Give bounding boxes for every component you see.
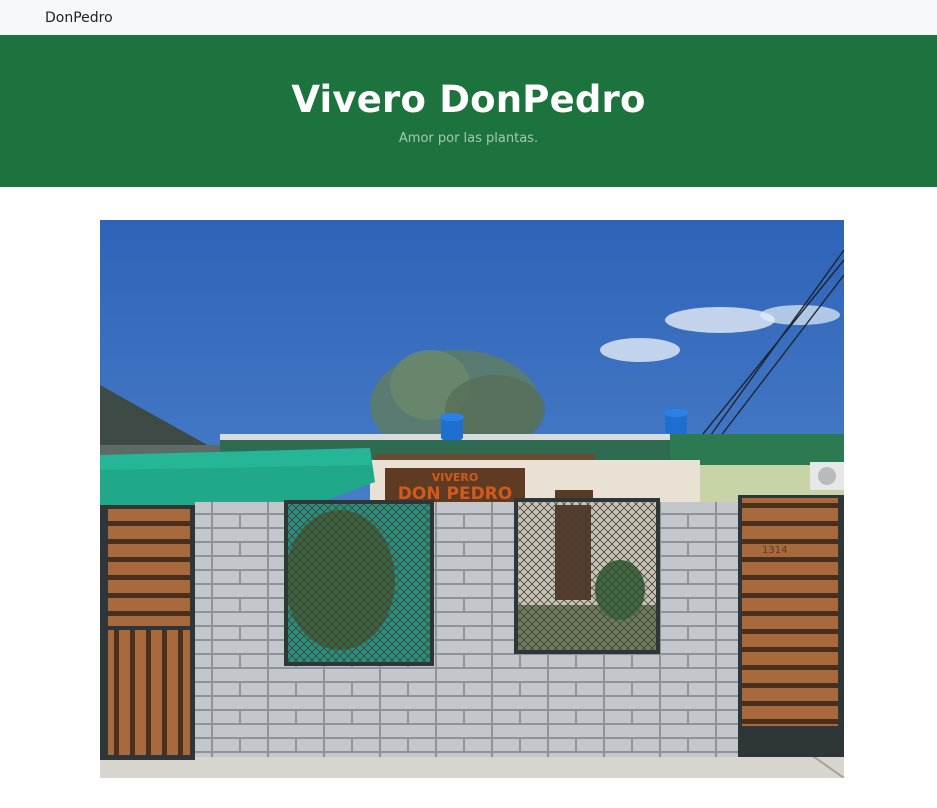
right-wooden-gate: 1314 xyxy=(738,495,844,757)
top-navbar: DonPedro xyxy=(0,0,937,35)
water-tank-right xyxy=(664,409,688,434)
storefront-photo-illustration: VIVERO DON PEDRO 1314 xyxy=(100,220,844,778)
left-wooden-gate xyxy=(100,505,195,760)
wall-window-right xyxy=(514,498,660,654)
hero-banner: Vivero DonPedro Amor por las plantas. xyxy=(0,35,937,187)
page-title: Vivero DonPedro xyxy=(291,78,646,121)
navbar-brand-link[interactable]: DonPedro xyxy=(45,10,113,26)
page-subtitle: Amor por las plantas. xyxy=(398,131,539,146)
storefront-photo: VIVERO DON PEDRO 1314 xyxy=(100,220,844,778)
wall-window-left xyxy=(284,500,434,666)
house-number: 1314 xyxy=(762,545,787,556)
block-wall xyxy=(195,502,745,757)
water-tank-left xyxy=(440,413,464,440)
shop-sign-line1: VIVERO xyxy=(432,471,478,484)
shop-sign: VIVERO DON PEDRO xyxy=(385,468,525,504)
